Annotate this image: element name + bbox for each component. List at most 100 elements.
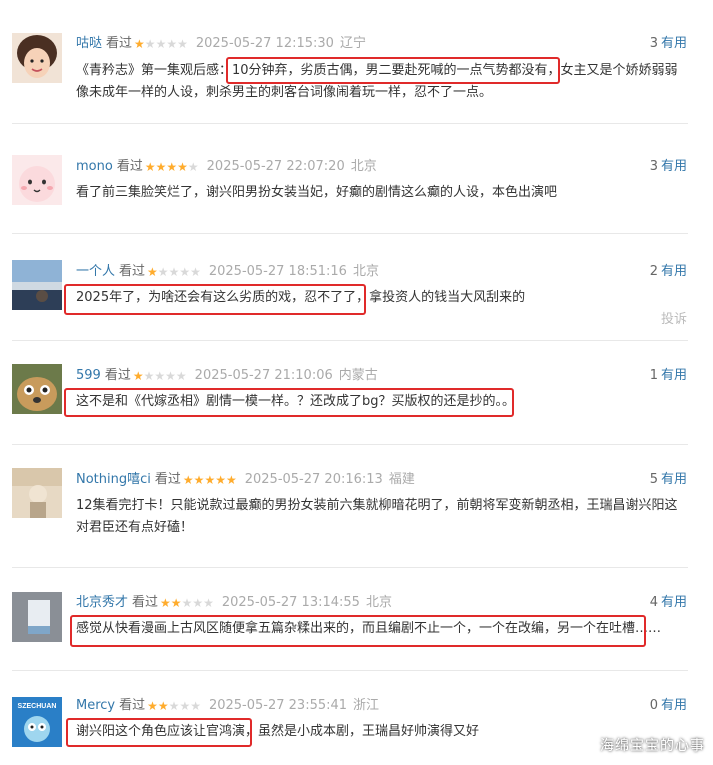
username-link[interactable]: 北京秀才	[76, 595, 128, 610]
rating-stars: ★★★★★	[134, 34, 188, 54]
review-time: 2025-05-27 20:16:13	[244, 472, 383, 487]
review-meta: 咕哒 看过 ★★★★★ 2025-05-27 12:15:30 辽宁	[76, 34, 366, 54]
divider	[12, 670, 688, 671]
star-icon: ★	[147, 699, 158, 713]
highlight-box	[226, 57, 560, 84]
useful-votes[interactable]: 2 有用	[650, 262, 687, 282]
useful-button[interactable]: 有用	[661, 36, 687, 51]
avatar[interactable]	[12, 155, 62, 205]
star-icon: ★	[225, 473, 237, 487]
review-location: 福建	[388, 472, 415, 487]
username-link[interactable]: mono	[76, 159, 113, 174]
rating-stars: ★★★★★	[147, 262, 201, 282]
vote-count: 0	[649, 698, 658, 713]
divider	[12, 444, 688, 445]
divider	[12, 123, 688, 124]
username-link[interactable]: 599	[76, 368, 101, 383]
vote-count: 2	[649, 264, 658, 279]
star-icon: ★	[166, 160, 178, 174]
rating-stars: ★★★★★	[183, 470, 237, 490]
review-location: 北京	[365, 595, 392, 610]
star-icon: ★	[160, 596, 171, 610]
avatar[interactable]	[12, 592, 62, 642]
username-link[interactable]: 一个人	[76, 264, 115, 279]
star-icon: ★	[179, 265, 191, 279]
username-link[interactable]: 咕哒	[76, 36, 102, 51]
review-time: 2025-05-27 12:15:30	[195, 36, 334, 51]
review-time: 2025-05-27 22:07:20	[206, 159, 345, 174]
rating-stars: ★★★★★	[160, 593, 214, 613]
star-icon: ★	[170, 596, 182, 610]
useful-votes[interactable]: 3 有用	[650, 157, 687, 177]
useful-button[interactable]: 有用	[661, 595, 687, 610]
useful-votes[interactable]: 1 有用	[650, 366, 687, 386]
star-icon: ★	[144, 37, 156, 51]
report-link[interactable]: 投诉	[661, 308, 687, 327]
username-link[interactable]: Mercy	[76, 698, 115, 713]
useful-votes[interactable]: 4 有用	[650, 593, 687, 613]
useful-button[interactable]: 有用	[661, 264, 687, 279]
review-location: 北京	[350, 159, 377, 174]
star-icon: ★	[144, 160, 156, 174]
star-icon: ★	[187, 160, 199, 174]
star-icon: ★	[147, 265, 158, 279]
review-meta: Mercy 看过 ★★★★★ 2025-05-27 23:55:41 浙江	[76, 696, 379, 716]
review-time: 2025-05-27 21:10:06	[194, 368, 333, 383]
review-location: 内蒙古	[338, 368, 378, 383]
avatar[interactable]	[12, 468, 62, 518]
rating-stars: ★★★★★	[147, 696, 201, 716]
star-icon: ★	[132, 369, 144, 383]
useful-button[interactable]: 有用	[661, 159, 687, 174]
vote-count: 4	[649, 595, 658, 610]
star-icon: ★	[182, 473, 194, 487]
username-link[interactable]: Nothing嘻ci	[76, 472, 151, 487]
watch-status: 看过	[119, 698, 146, 713]
star-icon: ★	[168, 265, 180, 279]
useful-votes[interactable]: 3 有用	[650, 34, 687, 54]
star-icon: ★	[190, 699, 201, 713]
star-icon: ★	[143, 369, 155, 383]
review-time: 2025-05-27 18:51:16	[208, 264, 347, 279]
highlight-box	[64, 284, 366, 315]
star-icon: ★	[215, 473, 226, 487]
review-meta: 599 看过 ★★★★★ 2025-05-27 21:10:06 内蒙古	[76, 366, 378, 386]
useful-button[interactable]: 有用	[661, 368, 687, 383]
watch-status: 看过	[116, 159, 143, 174]
star-icon: ★	[154, 369, 166, 383]
watch-status: 看过	[132, 595, 159, 610]
watch-status: 看过	[106, 36, 133, 51]
star-icon: ★	[203, 596, 214, 610]
rating-stars: ★★★★★	[133, 366, 187, 386]
review-content: 看了前三集脸笑烂了，谢兴阳男扮女装当妃，好癫的剧情这么癫的人设，本色出演吧	[76, 185, 558, 200]
review-time: 2025-05-27 13:14:55	[221, 595, 360, 610]
star-icon: ★	[192, 596, 204, 610]
star-icon: ★	[204, 473, 216, 487]
vote-count: 3	[649, 159, 658, 174]
avatar[interactable]	[12, 364, 62, 414]
star-icon: ★	[166, 37, 178, 51]
review-location: 浙江	[353, 698, 380, 713]
watermark: 海绵宝宝的心事	[600, 738, 705, 754]
useful-button[interactable]: 有用	[661, 472, 687, 487]
review-meta: Nothing嘻ci 看过 ★★★★★ 2025-05-27 20:16:13 福建	[76, 470, 415, 490]
useful-button[interactable]: 有用	[661, 698, 687, 713]
star-icon: ★	[177, 160, 188, 174]
review-meta: 一个人 看过 ★★★★★ 2025-05-27 18:51:16 北京	[76, 262, 379, 282]
star-icon: ★	[134, 37, 145, 51]
divider	[12, 233, 688, 234]
watch-status: 看过	[119, 264, 146, 279]
highlight-box	[70, 615, 646, 647]
star-icon: ★	[155, 160, 167, 174]
watch-status: 看过	[104, 368, 131, 383]
review-time: 2025-05-27 23:55:41	[208, 698, 348, 713]
review-content: 12集看完打卡！只能说款过最癫的男扮女装前六集就柳暗花明了，前朝将军变新朝丞相，…	[76, 498, 678, 535]
review-meta: mono 看过 ★★★★★ 2025-05-27 22:07:20 北京	[76, 157, 377, 177]
highlight-box	[66, 718, 252, 747]
avatar[interactable]: SZECHUAN	[12, 697, 62, 747]
useful-votes[interactable]: 5 有用	[650, 470, 687, 490]
star-icon: ★	[165, 369, 176, 383]
avatar[interactable]	[12, 33, 62, 83]
useful-votes[interactable]: 0 有用	[650, 696, 687, 716]
avatar[interactable]	[12, 260, 62, 310]
star-icon: ★	[179, 699, 191, 713]
